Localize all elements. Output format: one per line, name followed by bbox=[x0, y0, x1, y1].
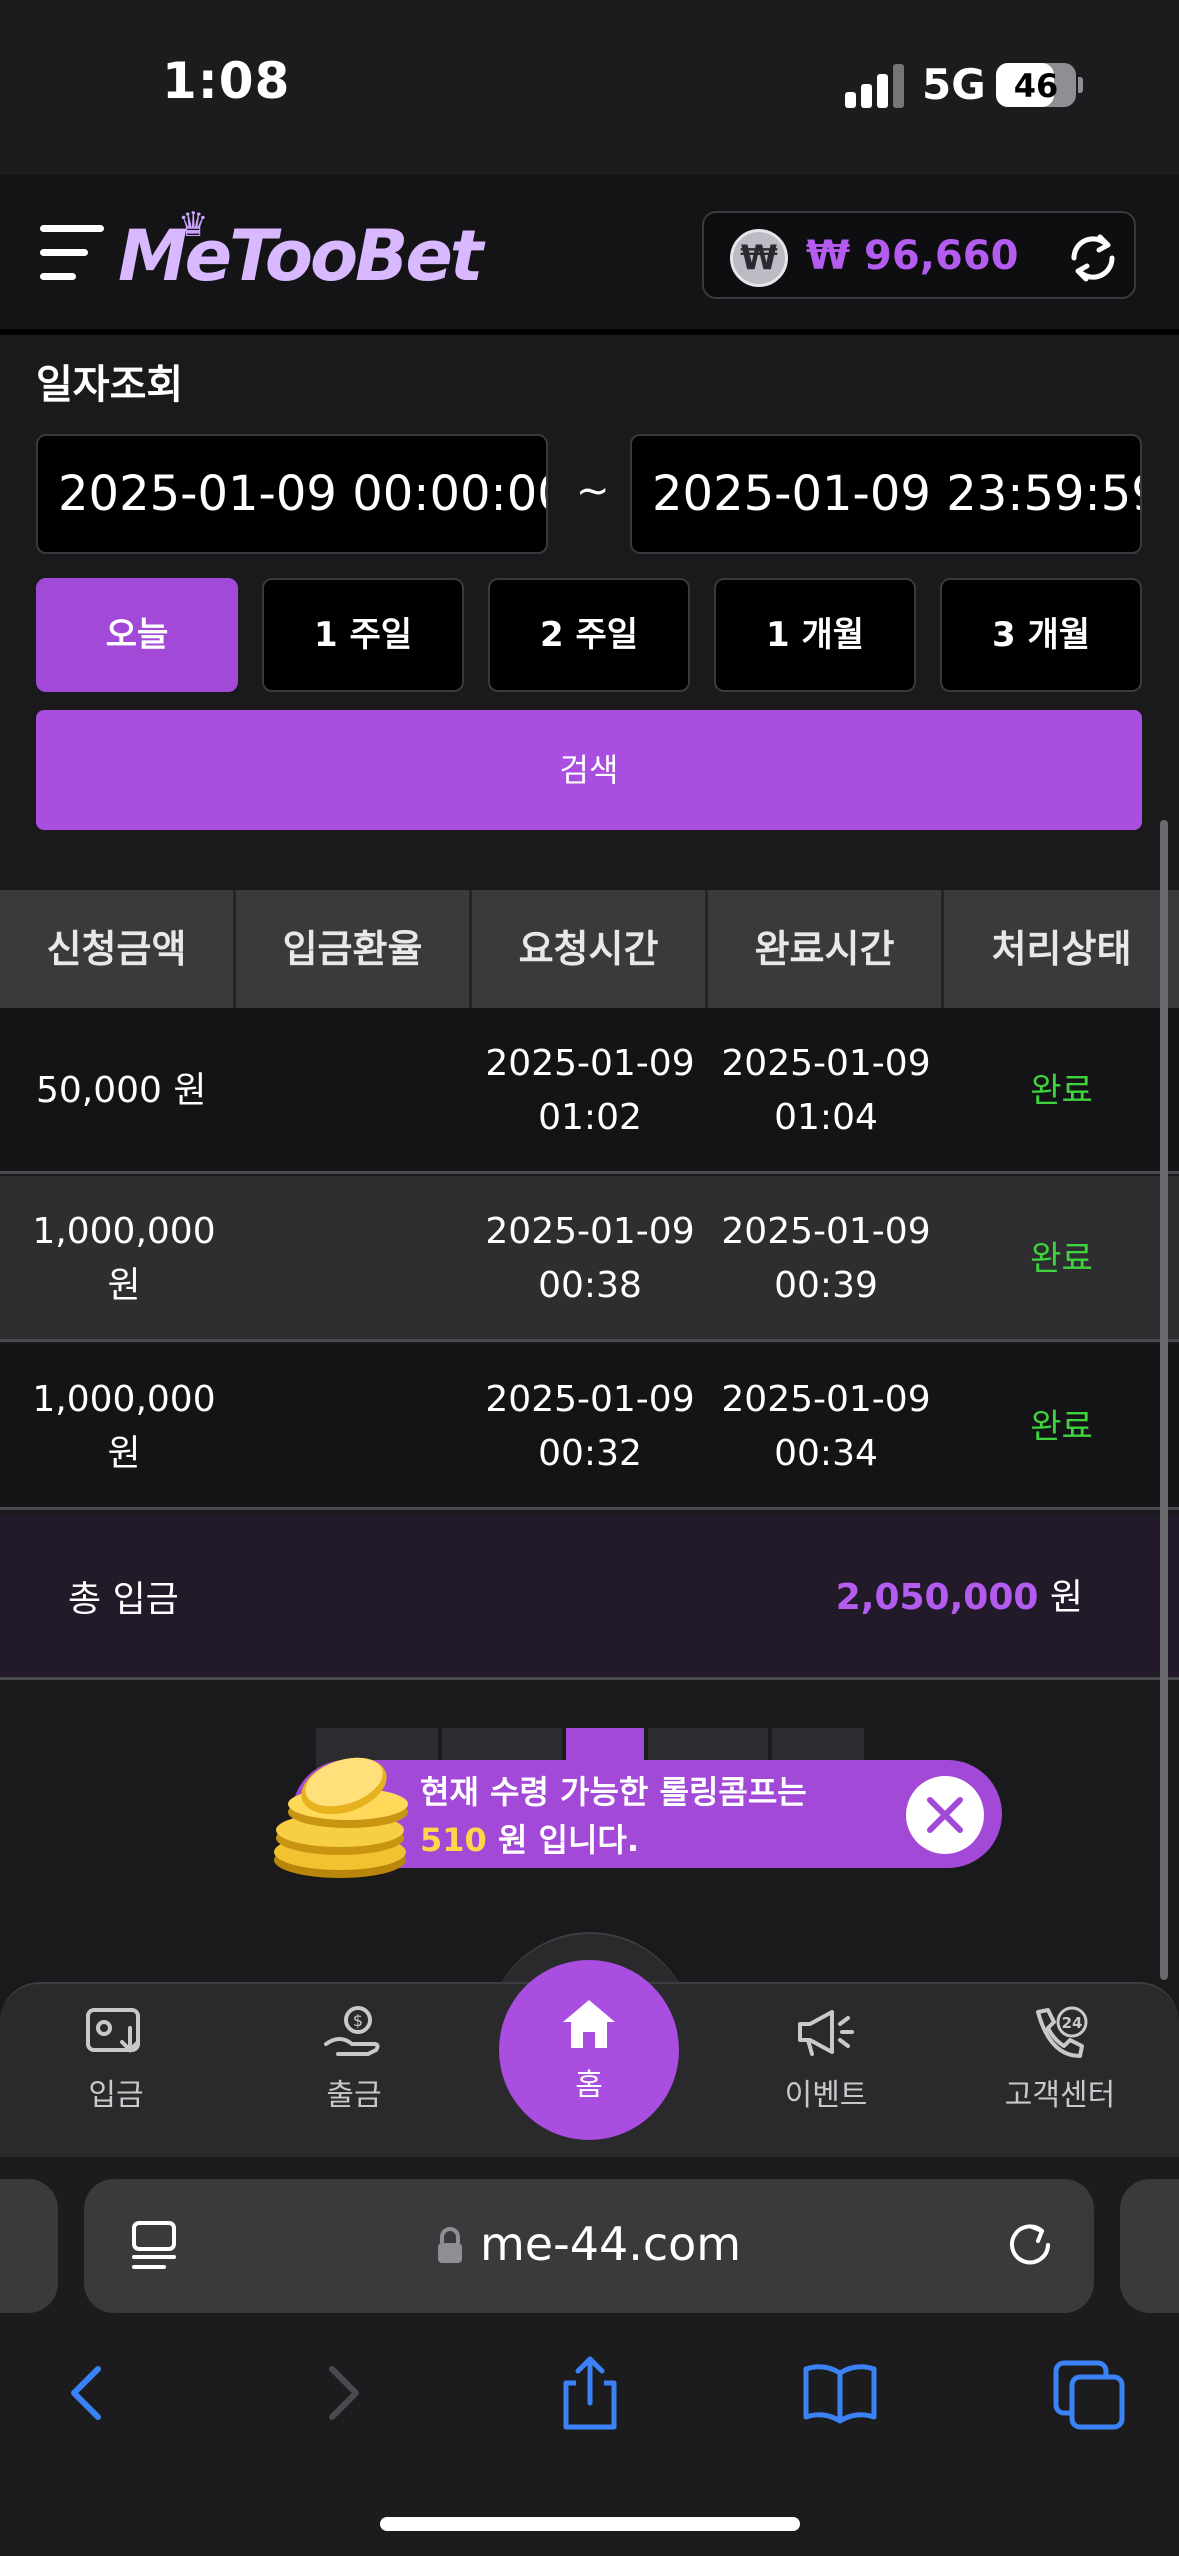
svg-text:24: 24 bbox=[1062, 2014, 1083, 2032]
close-icon[interactable] bbox=[906, 1776, 984, 1854]
end-date-input[interactable]: 2025-01-09 23:59:59 bbox=[630, 434, 1142, 554]
next-tab-pill[interactable] bbox=[1120, 2179, 1179, 2313]
period-1week-button[interactable]: 1 주일 bbox=[262, 578, 464, 692]
back-icon[interactable] bbox=[48, 2353, 128, 2433]
scrollbar[interactable] bbox=[1160, 820, 1168, 1980]
nav-home-button[interactable]: 홈 bbox=[499, 1960, 679, 2140]
won-coin-icon: ₩ bbox=[730, 229, 788, 287]
app-header: ♛ MeTooBet ₩ ₩ 96,660 bbox=[0, 175, 1179, 335]
menu-icon[interactable] bbox=[40, 223, 104, 283]
header-rate: 입금환율 bbox=[236, 890, 472, 1008]
row-request-date: 2025-01-09 bbox=[485, 1211, 695, 1252]
battery-tip bbox=[1078, 77, 1083, 93]
total-label: 총 입금 bbox=[68, 1579, 179, 1620]
row-rate bbox=[236, 1344, 472, 1510]
nav-withdraw[interactable]: $ 출금 bbox=[264, 2004, 444, 2134]
toast-highlight-amount: 510 bbox=[420, 1821, 487, 1859]
nav-home-label: 홈 bbox=[575, 2068, 603, 2103]
nav-withdraw-label: 출금 bbox=[326, 2078, 382, 2113]
wallet-balance[interactable]: ₩ ₩ 96,660 bbox=[702, 211, 1136, 299]
row-complete-date: 2025-01-09 bbox=[721, 1379, 931, 1420]
row-status: 완료 bbox=[1030, 1071, 1093, 1111]
total-value: 2,050,000 bbox=[835, 1577, 1039, 1618]
row-amount: 1,000,000 원 bbox=[32, 1379, 216, 1474]
row-amount: 1,000,000 원 bbox=[32, 1211, 216, 1306]
brand-logo[interactable]: MeTooBet bbox=[118, 215, 483, 297]
row-amount: 50,000 원 bbox=[36, 1070, 207, 1111]
header-request-time: 요청시간 bbox=[472, 890, 708, 1008]
forward-icon[interactable] bbox=[302, 2353, 382, 2433]
header-complete-time: 완료시간 bbox=[708, 890, 944, 1008]
row-status: 완료 bbox=[1030, 1407, 1093, 1447]
period-today-button[interactable]: 오늘 bbox=[36, 578, 238, 692]
period-2week-button[interactable]: 2 주일 bbox=[488, 578, 690, 692]
row-request-date: 2025-01-09 bbox=[485, 1379, 695, 1420]
home-icon bbox=[563, 2000, 615, 2048]
refresh-icon[interactable] bbox=[1066, 231, 1120, 285]
table-header: 신청금액 입금환율 요청시간 완료시간 처리상태 bbox=[0, 890, 1179, 1008]
share-icon[interactable] bbox=[550, 2353, 630, 2433]
megaphone-icon bbox=[798, 2010, 854, 2056]
date-query-title: 일자조회 bbox=[36, 362, 184, 408]
row-request-time: 00:32 bbox=[538, 1433, 642, 1474]
battery-level: 46 bbox=[1013, 67, 1059, 105]
status-time: 1:08 bbox=[162, 52, 291, 110]
address-bar[interactable]: me-44.com bbox=[84, 2179, 1094, 2313]
start-date-input[interactable]: 2025-01-09 00:00:00 bbox=[36, 434, 548, 554]
nav-event[interactable]: 이벤트 bbox=[736, 2004, 916, 2134]
home-indicator bbox=[380, 2517, 800, 2531]
date-separator: ~ bbox=[576, 468, 610, 514]
svg-text:$: $ bbox=[353, 2011, 363, 2030]
nav-support[interactable]: 24 고객센터 bbox=[970, 2004, 1150, 2134]
nav-deposit-label: 입금 bbox=[88, 2078, 144, 2113]
withdraw-icon: $ bbox=[324, 2006, 380, 2056]
toast-text-after: 원 입니다. bbox=[486, 1821, 639, 1859]
gold-coins-icon bbox=[274, 1757, 408, 1878]
tabs-icon[interactable] bbox=[1050, 2353, 1130, 2433]
search-button[interactable]: 검색 bbox=[36, 710, 1142, 830]
table-row: 1,000,000 원 2025-01-09 00:32 2025-01-09 … bbox=[0, 1344, 1179, 1510]
row-rate bbox=[236, 1008, 472, 1174]
reload-icon[interactable] bbox=[1002, 2217, 1058, 2273]
total-row: 총 입금 2,050,000 원 bbox=[0, 1514, 1179, 1680]
browser-toolbar: me-44.com bbox=[0, 2157, 1179, 2556]
balance-amount: ₩ 96,660 bbox=[806, 233, 1019, 279]
period-3month-button[interactable]: 3 개월 bbox=[940, 578, 1142, 692]
status-bar: 1:08 5G 46 bbox=[0, 0, 1179, 175]
row-complete-date: 2025-01-09 bbox=[721, 1211, 931, 1252]
network-type: 5G bbox=[922, 60, 986, 109]
lock-icon bbox=[438, 2227, 462, 2263]
cellular-signal-icon bbox=[845, 64, 905, 108]
row-complete-time: 00:34 bbox=[774, 1433, 878, 1474]
period-1month-button[interactable]: 1 개월 bbox=[714, 578, 916, 692]
row-request-time: 01:02 bbox=[538, 1097, 642, 1138]
toast-text-before: 현재 수령 가능한 롤링콤프는 bbox=[420, 1773, 807, 1811]
row-complete-time: 01:04 bbox=[774, 1097, 878, 1138]
previous-tab-pill[interactable] bbox=[0, 2179, 58, 2313]
row-rate bbox=[236, 1176, 472, 1342]
header-amount: 신청금액 bbox=[0, 890, 236, 1008]
nav-event-label: 이벤트 bbox=[784, 2078, 868, 2113]
toast-message: 현재 수령 가능한 롤링콤프는 510 원 입니다. bbox=[420, 1768, 880, 1864]
table-row: 1,000,000 원 2025-01-09 00:38 2025-01-09 … bbox=[0, 1176, 1179, 1342]
row-complete-time: 00:39 bbox=[774, 1265, 878, 1306]
nav-deposit[interactable]: 입금 bbox=[26, 2004, 206, 2134]
bookmarks-icon[interactable] bbox=[800, 2353, 880, 2433]
table-row: 50,000 원 2025-01-09 01:02 2025-01-09 01:… bbox=[0, 1008, 1179, 1174]
nav-support-label: 고객센터 bbox=[1004, 2078, 1116, 2113]
row-request-date: 2025-01-09 bbox=[485, 1043, 695, 1084]
page-menu-icon[interactable] bbox=[128, 2217, 184, 2273]
support-24-icon: 24 bbox=[1036, 2006, 1088, 2058]
deposit-icon bbox=[86, 2008, 140, 2053]
row-status: 완료 bbox=[1030, 1239, 1093, 1279]
row-complete-date: 2025-01-09 bbox=[721, 1043, 931, 1084]
total-amount: 2,050,000 원 bbox=[836, 1568, 1083, 1620]
header-status: 처리상태 bbox=[991, 927, 1132, 971]
url-text: me-44.com bbox=[480, 2217, 742, 2271]
battery-icon: 46 bbox=[996, 63, 1076, 107]
total-unit: 원 bbox=[1038, 1577, 1083, 1618]
row-request-time: 00:38 bbox=[538, 1265, 642, 1306]
